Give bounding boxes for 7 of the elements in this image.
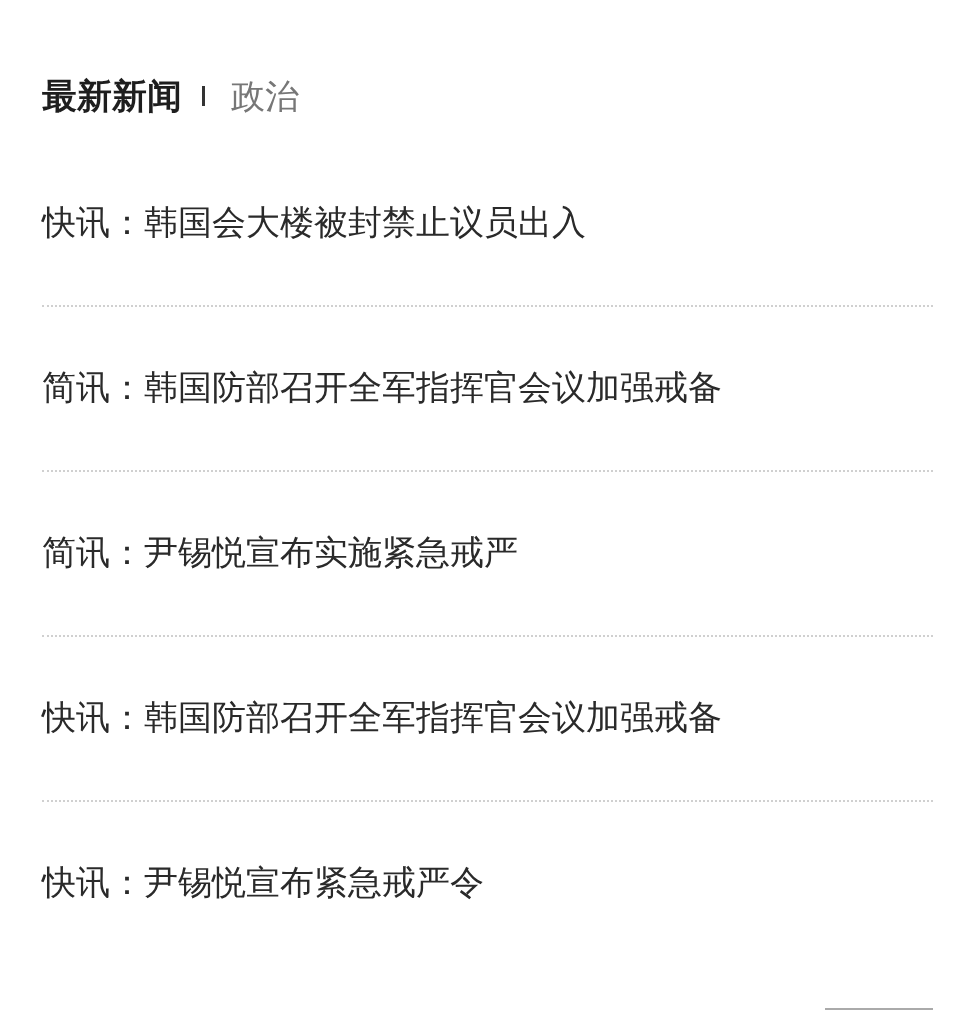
news-headline[interactable]: 快讯：尹锡悦宣布紧急戒严令 (42, 857, 484, 907)
news-headline[interactable]: 简讯：韩国防部召开全军指挥官会议加强戒备 (42, 362, 722, 412)
news-headline[interactable]: 快讯：韩国防部召开全军指挥官会议加强戒备 (42, 692, 722, 742)
section-title: 最新新闻 (42, 75, 182, 118)
news-headline[interactable]: 快讯：韩国会大楼被封禁止议员出入 (42, 197, 586, 247)
news-headline[interactable]: 简讯：尹锡悦宣布实施紧急戒严 (42, 527, 518, 577)
category-link[interactable]: 政治 (231, 74, 299, 118)
